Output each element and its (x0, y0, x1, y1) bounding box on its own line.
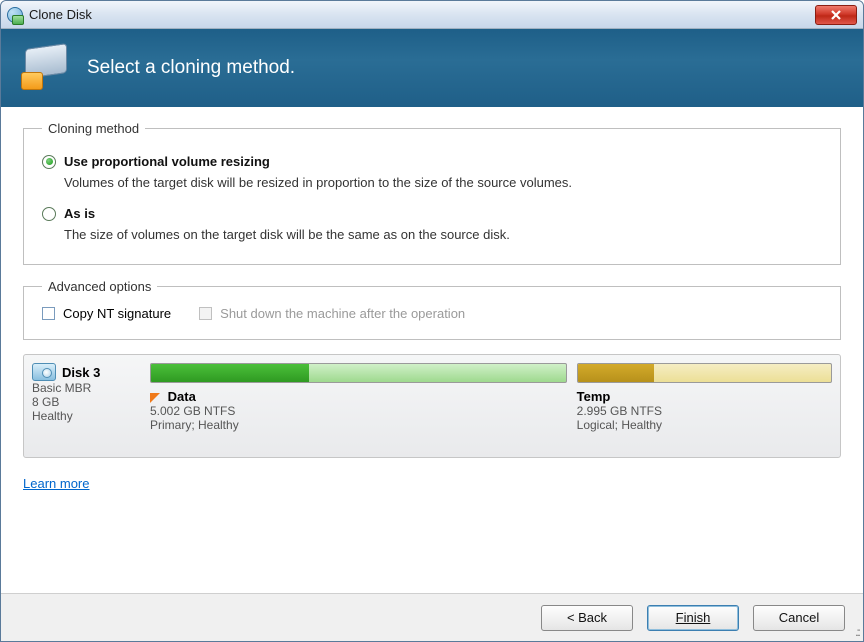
radio-proportional-label: Use proportional volume resizing (64, 154, 270, 169)
close-icon (830, 10, 842, 20)
advanced-options-row: Copy NT signature Shut down the machine … (42, 306, 822, 321)
finish-button[interactable]: Finish (647, 605, 739, 631)
checkbox-copy-nt-label: Copy NT signature (63, 306, 171, 321)
flag-icon (150, 393, 160, 403)
partition-data-name: Data (168, 389, 196, 404)
dialog-window: Clone Disk Select a cloning method. Clon… (0, 0, 864, 642)
partition-data-size: 5.002 GB NTFS (150, 404, 567, 418)
radio-asis[interactable] (42, 207, 56, 221)
checkbox-shutdown (199, 307, 212, 320)
window-title: Clone Disk (29, 7, 92, 22)
hard-disk-icon (32, 363, 56, 381)
partition-data-detail: Primary; Healthy (150, 418, 567, 432)
disk-status: Healthy (32, 409, 140, 423)
disk-type: Basic MBR (32, 381, 140, 395)
advanced-options-legend: Advanced options (42, 279, 157, 294)
disk-info: Disk 3 Basic MBR 8 GB Healthy (32, 363, 140, 449)
partition-temp[interactable]: Temp 2.995 GB NTFS Logical; Healthy (577, 363, 832, 449)
partition-temp-detail: Logical; Healthy (577, 418, 832, 432)
radio-asis-desc: The size of volumes on the target disk w… (64, 227, 822, 242)
partition-temp-name: Temp (577, 389, 611, 404)
cloning-method-legend: Cloning method (42, 121, 145, 136)
partition-temp-bar (577, 363, 832, 383)
footer: < Back Finish Cancel .:: (1, 593, 863, 641)
disk-size: 8 GB (32, 395, 140, 409)
partition-temp-size: 2.995 GB NTFS (577, 404, 832, 418)
radio-asis-label: As is (64, 206, 95, 221)
radio-proportional[interactable] (42, 155, 56, 169)
titlebar: Clone Disk (1, 1, 863, 29)
disk-preview: Disk 3 Basic MBR 8 GB Healthy Data 5.002… (23, 354, 841, 458)
learn-more-link[interactable]: Learn more (23, 476, 89, 491)
close-button[interactable] (815, 5, 857, 25)
partition-data[interactable]: Data 5.002 GB NTFS Primary; Healthy (150, 363, 567, 449)
header-text: Select a cloning method. (87, 57, 295, 79)
disk-clone-icon (25, 46, 69, 90)
cloning-method-group: Cloning method Use proportional volume r… (23, 121, 841, 265)
checkbox-copy-nt[interactable] (42, 307, 55, 320)
radio-proportional-desc: Volumes of the target disk will be resiz… (64, 175, 822, 190)
radio-asis-row[interactable]: As is (42, 206, 822, 221)
disk-name: Disk 3 (62, 365, 100, 380)
back-button[interactable]: < Back (541, 605, 633, 631)
resize-grip-icon[interactable]: .:: (855, 625, 859, 639)
content-area: Cloning method Use proportional volume r… (1, 107, 863, 593)
header-banner: Select a cloning method. (1, 29, 863, 107)
cancel-button[interactable]: Cancel (753, 605, 845, 631)
advanced-options-group: Advanced options Copy NT signature Shut … (23, 279, 841, 340)
radio-proportional-row[interactable]: Use proportional volume resizing (42, 154, 822, 169)
checkbox-shutdown-label: Shut down the machine after the operatio… (220, 306, 465, 321)
app-icon (7, 7, 23, 23)
partition-data-bar (150, 363, 567, 383)
